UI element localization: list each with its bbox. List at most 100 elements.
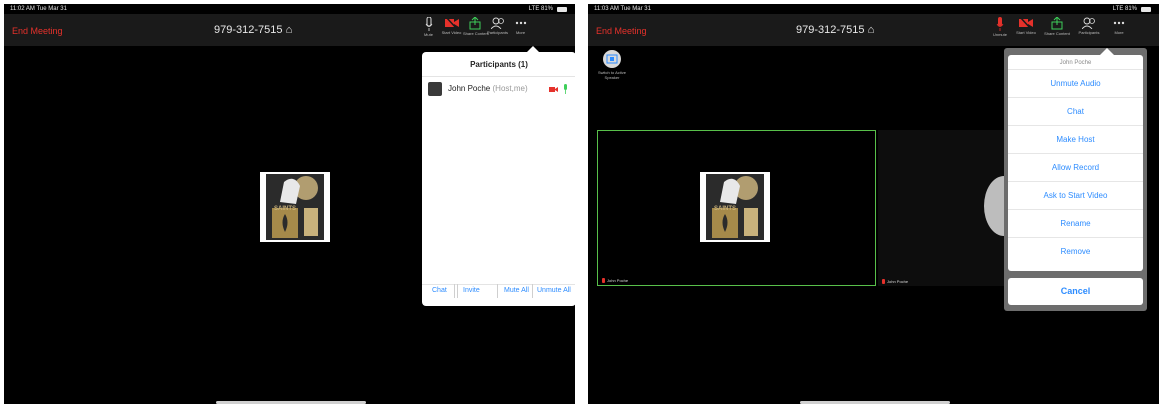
share-content-button[interactable]: Share Content bbox=[463, 16, 489, 37]
more-label: More bbox=[1114, 30, 1124, 35]
right-screenshot: 11:03 AM Tue Mar 31 LTE 81% End Meeting … bbox=[588, 4, 1159, 404]
sheet-header: John Poche bbox=[1059, 60, 1092, 66]
battery-icon bbox=[557, 6, 567, 12]
divider bbox=[457, 284, 458, 298]
video-off-icon bbox=[549, 87, 558, 92]
left-screenshot: 11:02 AM Tue Mar 31 LTE 81% End Meeting … bbox=[4, 4, 575, 404]
start-video-button[interactable]: Start Video bbox=[1012, 16, 1040, 37]
tile-name-label: John Poche bbox=[602, 278, 628, 283]
tile-name-text: John Poche bbox=[607, 278, 629, 283]
meeting-toolbar: Mute Start Video Share Content Participa… bbox=[417, 16, 532, 37]
meeting-id-text: 979-312-7515 bbox=[796, 24, 865, 36]
mute-button[interactable]: Mute bbox=[417, 16, 440, 37]
participant-row[interactable]: John Poche (Host,me) bbox=[428, 80, 570, 98]
status-indicators: LTE 81% bbox=[529, 4, 567, 14]
sheet-caret bbox=[1100, 48, 1114, 55]
end-meeting-button[interactable]: End Meeting bbox=[12, 26, 63, 36]
more-icon bbox=[515, 21, 526, 25]
rename-option[interactable]: Rename bbox=[1008, 209, 1143, 237]
signal-text: LTE 81% bbox=[528, 6, 553, 12]
switch-speaker-label: Switch to Active Speaker bbox=[597, 70, 626, 80]
unmute-all-button[interactable]: Unmute All bbox=[537, 287, 571, 294]
battery-icon bbox=[1141, 6, 1151, 12]
participants-panel: Participants (1) John Poche (Host,me) Ch… bbox=[422, 52, 575, 306]
logo-background: SAINTS bbox=[266, 174, 324, 240]
make-host-option[interactable]: Make Host bbox=[1008, 125, 1143, 153]
panel-footer: Chat Invite Mute All Unmute All bbox=[422, 284, 575, 300]
mic-muted-icon bbox=[996, 17, 1004, 31]
switch-view-icon bbox=[603, 50, 621, 68]
more-icon bbox=[1113, 21, 1125, 25]
unmute-label: Unmute bbox=[992, 32, 1007, 37]
share-icon bbox=[1051, 17, 1063, 30]
meeting-id: 979-312-7515 ⌂ bbox=[796, 24, 874, 36]
share-icon bbox=[469, 17, 480, 30]
saints-logo: SAINTS bbox=[700, 172, 770, 242]
logo-background: SAINTS bbox=[706, 174, 764, 240]
start-video-button[interactable]: Start Video bbox=[440, 16, 463, 37]
status-time: 11:02 AM Tue Mar 31 bbox=[10, 6, 67, 12]
allow-record-option[interactable]: Allow Record bbox=[1008, 153, 1143, 181]
lock-icon: ⌂ bbox=[867, 24, 875, 36]
status-bar: 11:02 AM Tue Mar 31 LTE 81% bbox=[4, 4, 575, 14]
status-indicators: LTE 81% bbox=[1113, 4, 1151, 14]
participant-action-sheet: John Poche Unmute Audio Chat Make Host A… bbox=[1008, 55, 1143, 271]
mic-muted-icon bbox=[602, 278, 605, 283]
participants-button[interactable]: Participants bbox=[1074, 16, 1104, 37]
switch-speaker-button[interactable]: Switch to Active Speaker bbox=[594, 50, 630, 80]
participant-name-text: John Poche bbox=[448, 84, 491, 93]
avatar bbox=[428, 82, 442, 96]
meeting-top-bar: End Meeting 979-312-7515 ⌂ Unmute Start … bbox=[588, 14, 1159, 46]
mic-muted-icon bbox=[882, 279, 885, 284]
mic-on-icon bbox=[564, 84, 567, 94]
divider bbox=[532, 284, 533, 298]
mute-label: Mute bbox=[424, 32, 433, 37]
logo-text: SAINTS bbox=[713, 206, 736, 212]
meeting-top-bar: End Meeting 979-312-7515 ⌂ Mute Start Vi… bbox=[4, 14, 575, 46]
share-content-button[interactable]: Share Content bbox=[1040, 16, 1074, 37]
status-time: 11:03 AM Tue Mar 31 bbox=[594, 6, 651, 12]
end-meeting-button[interactable]: End Meeting bbox=[596, 26, 647, 36]
participant-name: John Poche (Host,me) bbox=[448, 84, 528, 93]
participants-icon bbox=[1082, 17, 1095, 29]
participants-title: Participants (1) bbox=[470, 60, 528, 69]
speaker-view-glyph bbox=[606, 54, 618, 64]
ask-start-video-option[interactable]: Ask to Start Video bbox=[1008, 181, 1143, 209]
more-button[interactable]: More bbox=[1104, 16, 1134, 37]
meeting-id-text: 979-312-7515 bbox=[214, 24, 283, 36]
meeting-toolbar: Unmute Start Video Share Content Partici… bbox=[988, 16, 1134, 37]
mute-all-button[interactable]: Mute All bbox=[504, 287, 529, 294]
chat-option[interactable]: Chat bbox=[1008, 97, 1143, 125]
invite-button[interactable]: Invite bbox=[463, 287, 480, 294]
video-tile-second[interactable]: John Poche bbox=[878, 130, 1024, 286]
start-video-label: Start Video bbox=[441, 30, 462, 35]
logo-text: SAINTS bbox=[273, 206, 296, 212]
participants-button[interactable]: Participants bbox=[486, 16, 509, 37]
remove-option[interactable]: Remove bbox=[1008, 237, 1143, 265]
divider bbox=[422, 76, 575, 77]
share-content-label: Share Content bbox=[1044, 31, 1070, 36]
signal-text: LTE 81% bbox=[1112, 6, 1137, 12]
meeting-id: 979-312-7515 ⌂ bbox=[214, 24, 292, 36]
tile-name-label: John Poche bbox=[882, 279, 908, 284]
saints-logo: SAINTS bbox=[260, 172, 330, 242]
mic-icon bbox=[425, 17, 432, 31]
start-video-label: Start Video bbox=[1016, 30, 1036, 35]
video-off-icon bbox=[1019, 17, 1033, 29]
lock-icon: ⌂ bbox=[285, 24, 293, 36]
share-content-label: Share Content bbox=[463, 31, 489, 36]
unmute-audio-option[interactable]: Unmute Audio bbox=[1008, 69, 1143, 97]
more-button[interactable]: More bbox=[509, 16, 532, 37]
participant-role: (Host,me) bbox=[492, 84, 528, 93]
divider bbox=[497, 284, 498, 298]
participants-icon bbox=[490, 17, 504, 29]
more-label: More bbox=[515, 30, 526, 35]
cancel-button[interactable]: Cancel bbox=[1008, 278, 1143, 305]
participants-label: Participants bbox=[487, 30, 508, 35]
unmute-button[interactable]: Unmute bbox=[988, 16, 1012, 37]
chat-button[interactable]: Chat bbox=[432, 287, 447, 294]
status-bar: 11:03 AM Tue Mar 31 LTE 81% bbox=[588, 4, 1159, 14]
participants-label: Participants bbox=[1078, 30, 1100, 35]
video-tile-active[interactable]: SAINTS John Poche bbox=[597, 130, 876, 286]
video-off-icon bbox=[444, 17, 459, 29]
